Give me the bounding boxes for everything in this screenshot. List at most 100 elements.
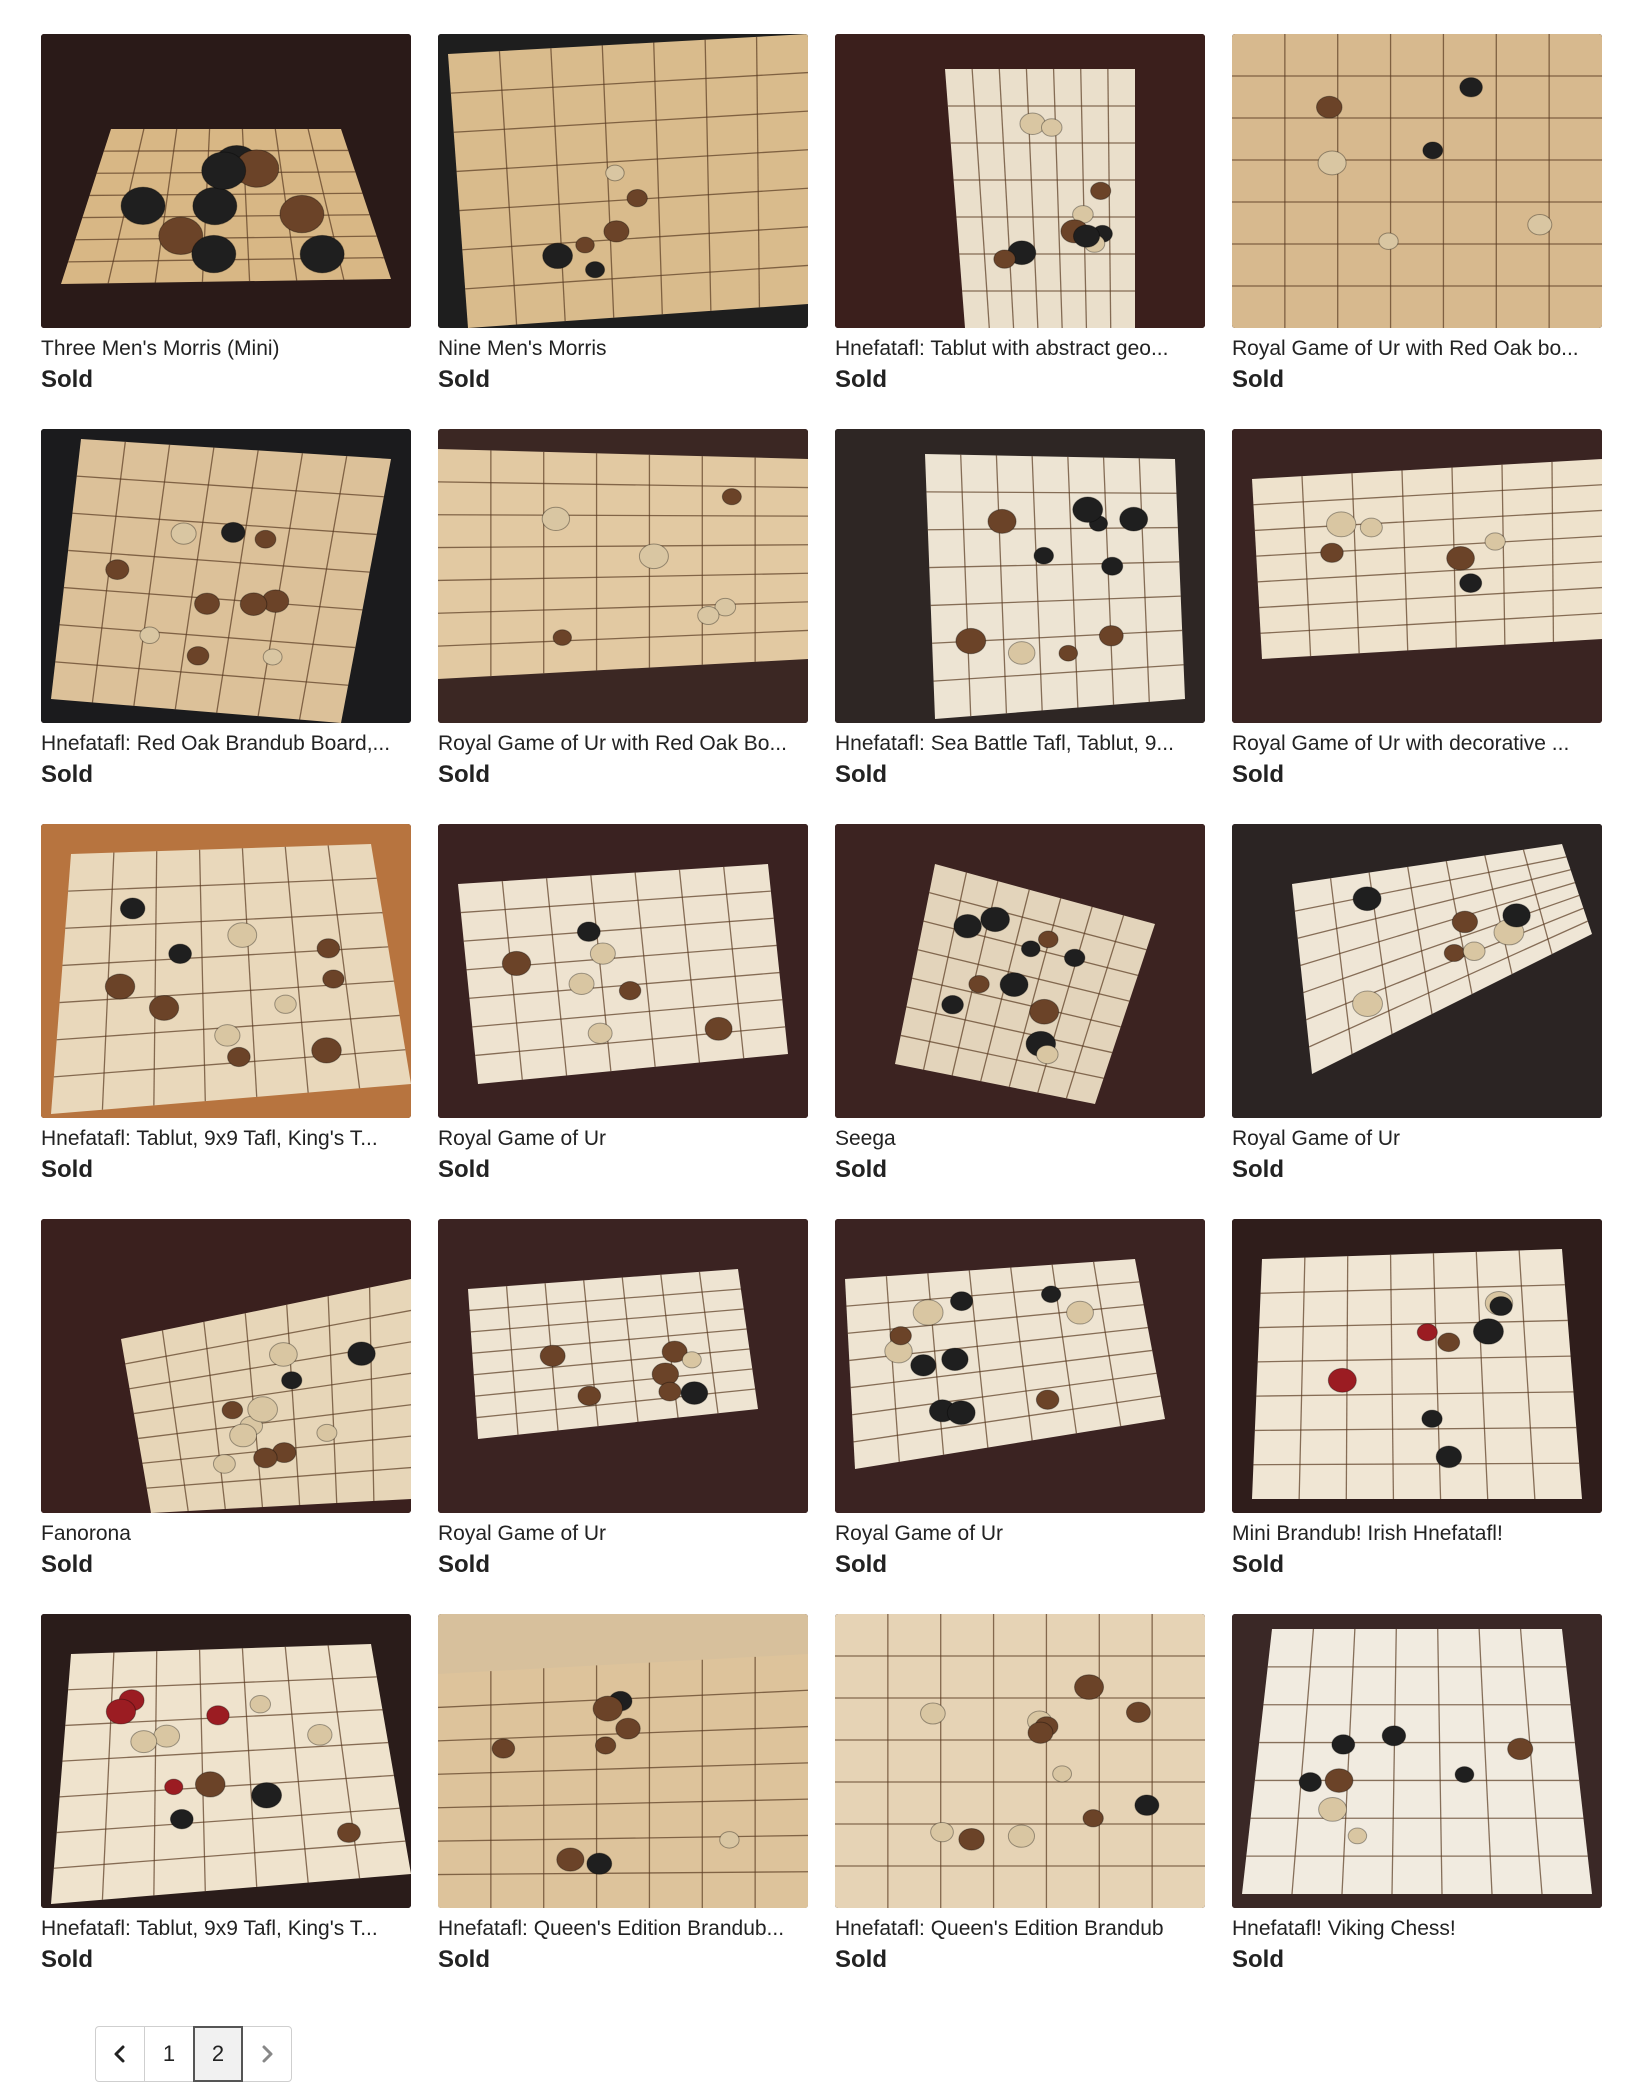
listing-status: Sold: [835, 1551, 887, 1578]
listing-title[interactable]: Nine Men's Morris: [438, 335, 808, 363]
listing-card[interactable]: Fanorona Sold: [41, 1219, 411, 1614]
listing-status: Sold: [438, 1156, 490, 1183]
listing-card[interactable]: Hnefatafl: Queen's Edition Brandub... Sol…: [438, 1614, 808, 2009]
listing-image[interactable]: [835, 1614, 1205, 1908]
listing-status: Sold: [438, 1946, 490, 1973]
listing-title[interactable]: Hnefatafl: Queen's Edition Brandub...: [438, 1915, 808, 1943]
listing-image[interactable]: [1232, 1219, 1602, 1513]
listing-status: Sold: [835, 1156, 887, 1183]
sea-battle-tafl-board-photo: [835, 429, 1205, 723]
listing-status: Sold: [835, 761, 887, 788]
listing-image[interactable]: [438, 1219, 808, 1513]
listing-image[interactable]: [1232, 824, 1602, 1118]
three-mens-morris-board-photo: [41, 34, 411, 328]
listing-title[interactable]: Royal Game of Ur: [835, 1520, 1205, 1548]
royal-game-of-ur-board-photo: [438, 824, 808, 1118]
listing-title[interactable]: Fanorona: [41, 1520, 411, 1548]
tablut-board-photo: [835, 34, 1205, 328]
listing-image[interactable]: [41, 824, 411, 1118]
listing-title[interactable]: Hnefatafl: Queen's Edition Brandub: [835, 1915, 1205, 1943]
listing-status: Sold: [1232, 1946, 1284, 1973]
listing-status: Sold: [1232, 761, 1284, 788]
listing-title[interactable]: Royal Game of Ur: [438, 1520, 808, 1548]
royal-game-of-ur-board-photo: [438, 429, 808, 723]
brandub-board-photo: [41, 429, 411, 723]
listing-status: Sold: [1232, 1156, 1284, 1183]
listing-image[interactable]: [835, 1219, 1205, 1513]
listing-image[interactable]: [438, 824, 808, 1118]
chevron-left-icon: [114, 2045, 125, 2063]
listing-card[interactable]: Seega Sold: [835, 824, 1205, 1219]
seega-board-photo: [835, 824, 1205, 1118]
listing-title[interactable]: Mini Brandub! Irish Hnefatafl!: [1232, 1520, 1602, 1548]
listing-image[interactable]: [41, 1219, 411, 1513]
listing-title[interactable]: Hnefatafl: Tablut with abstract geo...: [835, 335, 1205, 363]
listing-card[interactable]: Nine Men's Morris Sold: [438, 34, 808, 429]
listing-card[interactable]: Royal Game of Ur Sold: [438, 1219, 808, 1614]
listing-image[interactable]: [41, 34, 411, 328]
listing-image[interactable]: [1232, 429, 1602, 723]
listing-card[interactable]: Royal Game of Ur with decorative ... Sold: [1232, 429, 1602, 824]
listing-title[interactable]: Royal Game of Ur with Red Oak bo...: [1232, 335, 1602, 363]
listing-title[interactable]: Royal Game of Ur with Red Oak Bo...: [438, 730, 808, 758]
listing-status: Sold: [835, 1946, 887, 1973]
listing-card[interactable]: Hnefatafl: Tablut, 9x9 Tafl, King's T...…: [41, 824, 411, 1219]
listing-image[interactable]: [835, 824, 1205, 1118]
royal-game-of-ur-board-photo: [1232, 824, 1602, 1118]
listing-title[interactable]: Royal Game of Ur: [1232, 1125, 1602, 1153]
listing-status: Sold: [1232, 1551, 1284, 1578]
listing-card[interactable]: Three Men's Morris (Mini) Sold: [41, 34, 411, 429]
listing-card[interactable]: Royal Game of Ur Sold: [438, 824, 808, 1219]
nine-mens-morris-board-photo: [438, 34, 808, 328]
listing-status: Sold: [835, 366, 887, 393]
listing-image[interactable]: [41, 429, 411, 723]
listing-grid: Three Men's Morris (Mini) Sold Nine Men's …: [41, 34, 1604, 2009]
listing-image[interactable]: [41, 1614, 411, 1908]
royal-game-of-ur-board-photo: [438, 1219, 808, 1513]
listing-card[interactable]: Royal Game of Ur with Red Oak bo... Sold: [1232, 34, 1602, 429]
listing-status: Sold: [438, 761, 490, 788]
listing-card[interactable]: Hnefatafl: Queen's Edition Brandub Sold: [835, 1614, 1205, 2009]
listing-status: Sold: [438, 1551, 490, 1578]
listing-title[interactable]: Royal Game of Ur: [438, 1125, 808, 1153]
royal-game-of-ur-board-photo: [1232, 429, 1602, 723]
listing-image[interactable]: [438, 429, 808, 723]
queens-edition-brandub-photo: [438, 1614, 808, 1908]
listing-card[interactable]: Royal Game of Ur Sold: [835, 1219, 1205, 1614]
listing-image[interactable]: [835, 34, 1205, 328]
royal-game-of-ur-board-photo: [835, 1219, 1205, 1513]
listing-title[interactable]: Hnefatafl: Sea Battle Tafl, Tablut, 9...: [835, 730, 1205, 758]
listing-title[interactable]: Hnefatafl: Tablut, 9x9 Tafl, King's T...: [41, 1915, 411, 1943]
queens-edition-brandub-photo: [835, 1614, 1205, 1908]
listing-title[interactable]: Royal Game of Ur with decorative ...: [1232, 730, 1602, 758]
listing-card[interactable]: Hnefatafl! Viking Chess! Sold: [1232, 1614, 1602, 2009]
listing-title[interactable]: Hnefatafl! Viking Chess!: [1232, 1915, 1602, 1943]
listing-title[interactable]: Seega: [835, 1125, 1205, 1153]
listing-image[interactable]: [438, 1614, 808, 1908]
listing-title[interactable]: Hnefatafl: Red Oak Brandub Board,...: [41, 730, 411, 758]
listing-card[interactable]: Royal Game of Ur Sold: [1232, 824, 1602, 1219]
mini-brandub-board-photo: [1232, 1219, 1602, 1513]
next-page-button[interactable]: [242, 2026, 292, 2082]
page-1-button[interactable]: 1: [144, 2026, 194, 2082]
tablut-board-photo: [41, 1614, 411, 1908]
listing-title[interactable]: Hnefatafl: Tablut, 9x9 Tafl, King's T...: [41, 1125, 411, 1153]
prev-page-button[interactable]: [95, 2026, 145, 2082]
viking-chess-board-photo: [1232, 1614, 1602, 1908]
listing-status: Sold: [1232, 366, 1284, 393]
listing-card[interactable]: Hnefatafl: Sea Battle Tafl, Tablut, 9...…: [835, 429, 1205, 824]
listing-image[interactable]: [438, 34, 808, 328]
listing-card[interactable]: Mini Brandub! Irish Hnefatafl! Sold: [1232, 1219, 1602, 1614]
listing-status: Sold: [41, 1551, 93, 1578]
listing-card[interactable]: Hnefatafl: Red Oak Brandub Board,... Sold: [41, 429, 411, 824]
listing-card[interactable]: Hnefatafl: Tablut with abstract geo... So…: [835, 34, 1205, 429]
listing-card[interactable]: Royal Game of Ur with Red Oak Bo... Sold: [438, 429, 808, 824]
listing-image[interactable]: [1232, 1614, 1602, 1908]
listing-card[interactable]: Hnefatafl: Tablut, 9x9 Tafl, King's T...…: [41, 1614, 411, 2009]
listing-status: Sold: [41, 761, 93, 788]
page-2-button[interactable]: 2: [193, 2026, 243, 2082]
pagination: 1 2: [95, 2026, 292, 2082]
listing-image[interactable]: [835, 429, 1205, 723]
listing-title[interactable]: Three Men's Morris (Mini): [41, 335, 411, 363]
listing-image[interactable]: [1232, 34, 1602, 328]
